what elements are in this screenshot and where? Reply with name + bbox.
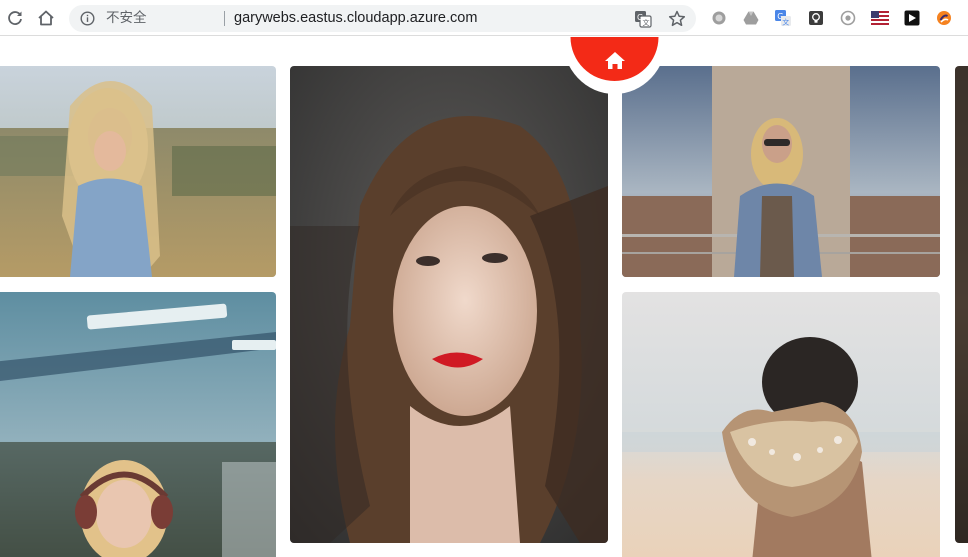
svg-text:文: 文 [782,18,789,27]
extension-lightbulb-icon[interactable] [806,8,826,28]
extension-gray-circle-icon[interactable] [709,8,729,28]
extension-eye-icon[interactable] [838,8,858,28]
extension-play-icon[interactable] [902,8,922,28]
extension-flag-icon[interactable] [870,8,890,28]
extension-translate-icon[interactable]: G文 [773,8,793,28]
photo-woman-sunglasses-pillar[interactable] [622,66,940,277]
photo-partial-right-edge[interactable] [955,66,968,543]
url-text[interactable]: garywebs.eastus.cloudapp.azure.com [234,10,477,27]
reload-icon[interactable] [3,6,27,30]
home-nav-icon[interactable] [34,6,58,30]
svg-text:文: 文 [643,18,650,27]
photo-blonde-woman-field[interactable] [0,66,276,277]
bookmark-star-icon[interactable] [667,9,687,29]
photo-gallery-page [0,37,968,557]
browser-toolbar: 不安全 garywebs.eastus.cloudapp.azure.com G… [0,0,968,36]
photo-woman-headphones[interactable] [0,292,276,557]
home-button[interactable] [562,37,667,95]
translate-icon[interactable]: G文 [634,10,652,28]
insecure-label[interactable]: 不安全 [106,10,147,27]
extension-drive-icon[interactable] [741,8,761,28]
omnibox-separator [224,11,225,26]
photo-woman-red-lips-portrait[interactable] [290,66,608,543]
photo-hands-holding-sand[interactable] [622,292,940,557]
info-icon[interactable] [79,10,96,27]
address-bar[interactable]: 不安全 garywebs.eastus.cloudapp.azure.com G… [69,5,696,32]
extension-orange-icon[interactable] [934,8,954,28]
